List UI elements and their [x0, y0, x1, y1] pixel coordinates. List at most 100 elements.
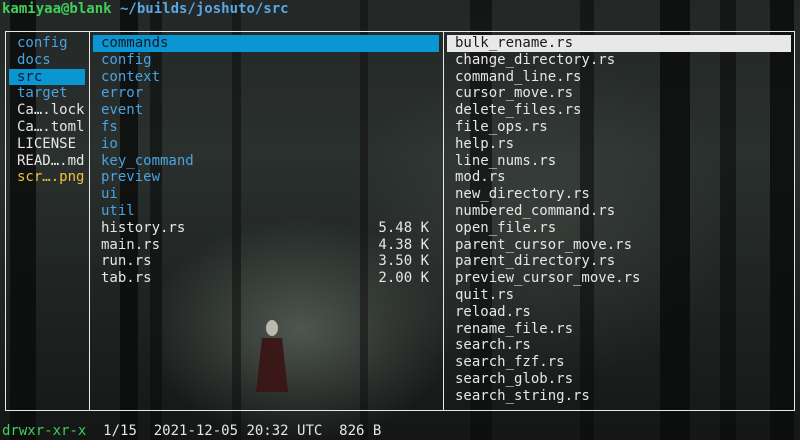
modified-datetime: 2021-12-05 20:32 UTC: [153, 423, 323, 439]
parent-list-item[interactable]: config: [9, 35, 85, 52]
entry-name: open_file.rs: [455, 219, 557, 236]
entry-name: parent_directory.rs: [455, 253, 616, 270]
entry-name: Ca….lock: [17, 102, 85, 119]
entry-name: util: [101, 202, 135, 219]
preview-list-item[interactable]: command_line.rs: [447, 69, 791, 86]
preview-list-item[interactable]: cursor_move.rs: [447, 85, 791, 102]
parent-list-item[interactable]: LICENSE: [9, 136, 85, 153]
preview-list-item[interactable]: delete_files.rs: [447, 102, 791, 119]
entry-name: rename_file.rs: [455, 320, 574, 337]
entry-name: ui: [101, 186, 118, 203]
entry-name: parent_cursor_move.rs: [455, 236, 633, 253]
preview-list-item[interactable]: numbered_command.rs: [447, 203, 791, 220]
file-list-item[interactable]: event: [93, 102, 439, 119]
preview-list-item[interactable]: search_glob.rs: [447, 371, 791, 388]
file-list-item[interactable]: run.rs 3.50 K: [93, 253, 439, 270]
file-list-item[interactable]: config: [93, 52, 439, 69]
preview-list-item[interactable]: parent_directory.rs: [447, 253, 791, 270]
preview-list-item[interactable]: line_nums.rs: [447, 153, 791, 170]
entry-name: scr….png: [17, 169, 85, 186]
entry-name: quit.rs: [455, 286, 515, 303]
entry-name: config: [17, 35, 68, 51]
entry-name: main.rs: [101, 236, 161, 253]
entry-name: delete_files.rs: [455, 102, 582, 119]
parent-list-item[interactable]: scr….png: [9, 169, 85, 186]
preview-list-item[interactable]: open_file.rs: [447, 220, 791, 237]
parent-list-item[interactable]: src: [9, 68, 85, 86]
preview-list-item[interactable]: reload.rs: [447, 304, 791, 321]
cursor-position: 1/15: [103, 423, 137, 439]
file-list-item[interactable]: error: [93, 85, 439, 102]
entry-name: context: [101, 68, 161, 85]
file-list-item[interactable]: key_command: [93, 153, 439, 170]
entry-name: help.rs: [455, 135, 515, 152]
entry-name: error: [101, 85, 144, 102]
preview-list-item[interactable]: preview_cursor_move.rs: [447, 270, 791, 287]
entry-name: target: [17, 85, 68, 102]
entry-name: commands: [101, 35, 169, 51]
entry-name: bulk_rename.rs: [455, 35, 574, 51]
parent-list-item[interactable]: READ….md: [9, 153, 85, 170]
file-list-item[interactable]: main.rs 4.38 K: [93, 237, 439, 254]
title-bar: kamiyaa@blank ~/builds/joshuto/src: [0, 0, 289, 18]
entry-name: io: [101, 135, 118, 152]
file-list-item[interactable]: io: [93, 136, 439, 153]
file-list-item[interactable]: util: [93, 203, 439, 220]
file-list-item[interactable]: commands: [93, 35, 439, 52]
entry-name: docs: [17, 51, 51, 68]
parent-list-item[interactable]: docs: [9, 52, 85, 69]
entry-name: Ca….toml: [17, 118, 85, 135]
entry-name: new_directory.rs: [455, 186, 590, 203]
preview-list-item[interactable]: search_string.rs: [447, 388, 791, 405]
permissions: drwxr-xr-x: [2, 423, 87, 439]
entry-name: src: [17, 68, 43, 85]
entry-name: config: [101, 51, 152, 68]
entry-name: preview: [101, 169, 161, 186]
file-size: 826 B: [339, 423, 382, 439]
entry-size: 5.48 K: [378, 219, 429, 236]
preview-list-item[interactable]: search_fzf.rs: [447, 354, 791, 371]
parent-list-item[interactable]: Ca….toml: [9, 119, 85, 136]
parent-directory-column: config docs src target Ca….lock Ca….toml LICEN…: [9, 35, 85, 186]
entry-name: history.rs: [101, 219, 186, 236]
parent-list-item[interactable]: target: [9, 85, 85, 102]
entry-name: key_command: [101, 152, 194, 169]
preview-column: bulk_rename.rs change_directory.rs command…: [447, 35, 791, 405]
file-list-item[interactable]: ui: [93, 186, 439, 203]
preview-list-item[interactable]: help.rs: [447, 136, 791, 153]
preview-list-item[interactable]: parent_cursor_move.rs: [447, 237, 791, 254]
entry-name: mod.rs: [455, 169, 506, 186]
preview-list-item[interactable]: bulk_rename.rs: [447, 35, 791, 52]
file-list-item[interactable]: history.rs 5.48 K: [93, 220, 439, 237]
preview-list-item[interactable]: search.rs: [447, 337, 791, 354]
entry-name: LICENSE: [17, 135, 77, 152]
entry-size: 2.00 K: [378, 270, 429, 287]
file-list-item[interactable]: fs: [93, 119, 439, 136]
file-list-item[interactable]: context: [93, 69, 439, 86]
divider-right: [443, 31, 444, 411]
entry-size: 4.38 K: [378, 236, 429, 253]
file-list-item[interactable]: preview: [93, 169, 439, 186]
entry-name: fs: [101, 118, 118, 135]
preview-list-item[interactable]: quit.rs: [447, 287, 791, 304]
entry-name: cursor_move.rs: [455, 85, 574, 102]
preview-list-item[interactable]: mod.rs: [447, 169, 791, 186]
preview-list-item[interactable]: file_ops.rs: [447, 119, 791, 136]
entry-name: search_fzf.rs: [455, 354, 565, 371]
entry-size: 3.50 K: [378, 253, 429, 270]
file-list-item[interactable]: tab.rs 2.00 K: [93, 270, 439, 287]
preview-list-item[interactable]: new_directory.rs: [447, 186, 791, 203]
preview-list-item[interactable]: change_directory.rs: [447, 52, 791, 69]
entry-name: command_line.rs: [455, 68, 582, 85]
entry-name: tab.rs: [101, 270, 152, 287]
preview-list-item[interactable]: rename_file.rs: [447, 321, 791, 338]
entry-name: search.rs: [455, 337, 531, 354]
entry-name: line_nums.rs: [455, 152, 557, 169]
divider-left: [89, 31, 90, 411]
entry-name: event: [101, 102, 144, 119]
parent-list-item[interactable]: Ca….lock: [9, 102, 85, 119]
entry-name: search_glob.rs: [455, 370, 574, 387]
entry-name: preview_cursor_move.rs: [455, 270, 641, 287]
entry-name: file_ops.rs: [455, 118, 548, 135]
entry-name: run.rs: [101, 253, 152, 270]
